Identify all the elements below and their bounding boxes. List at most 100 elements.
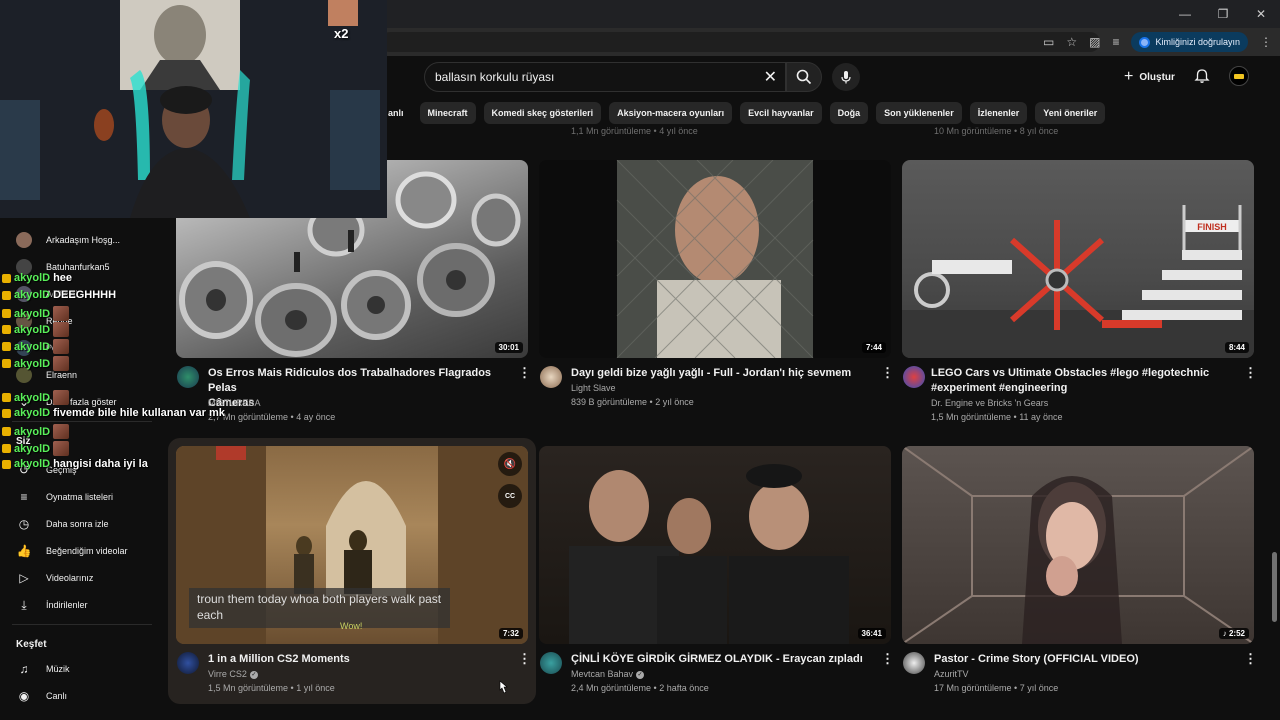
download-icon: ⤓ [21, 597, 27, 612]
captions-button[interactable]: CC [498, 484, 522, 508]
duration-badge: ♪ 2:52 [1218, 628, 1249, 639]
page-scrollbar[interactable] [1272, 552, 1277, 622]
bell-icon [1194, 69, 1210, 83]
video-title[interactable]: Dayı geldi bize yağlı yağlı - Full - Jor… [571, 366, 871, 381]
sidebar-item-your-videos[interactable]: ▷ Videolarınız [16, 570, 93, 586]
video-title[interactable]: LEGO Cars vs Ultimate Obstacles #lego #l… [931, 366, 1231, 396]
cast-icon[interactable]: ▭ [1043, 35, 1054, 49]
video-meta: 1,1 Mn görüntüleme • 4 yıl önce [571, 126, 698, 136]
channel-avatar[interactable] [903, 366, 925, 388]
video-thumbnail[interactable]: ♪ 2:52 [902, 446, 1254, 644]
more-actions-icon[interactable]: ⋮ [1244, 365, 1257, 381]
chip-watched[interactable]: İzlenenler [969, 102, 1028, 124]
extensions-icon[interactable]: ▨ [1089, 35, 1100, 49]
video-caption: troun them today whoa both players walk … [189, 588, 450, 628]
more-actions-icon[interactable]: ⋮ [518, 365, 531, 381]
close-icon[interactable]: ✕ [1242, 0, 1280, 28]
channel-avatar[interactable] [540, 366, 562, 388]
video-meta: 1,5 Mn görüntüleme • 1 yıl önce [208, 683, 335, 693]
video-thumbnail[interactable]: 36:41 [539, 446, 891, 644]
sub-badge-icon [2, 273, 11, 283]
sidebar-item-playlists[interactable]: ≡ Oynatma listeleri [16, 489, 113, 505]
emote-icon [53, 390, 70, 405]
lego-obstacles-image: FINISH [902, 205, 1254, 358]
video-meta: 2,7 Mn görüntüleme • 4 ay önce [208, 412, 336, 422]
sidebar-item-live[interactable]: ◉ Canlı [16, 688, 67, 704]
chip-new[interactable]: Yeni öneriler [1035, 102, 1106, 124]
mute-button[interactable]: 🔇 [498, 452, 522, 476]
sidebar-item-watch-later[interactable]: ◷ Daha sonra izle [16, 516, 109, 532]
account-avatar[interactable] [1229, 66, 1249, 86]
more-actions-icon[interactable]: ⋮ [518, 651, 531, 667]
video-title[interactable]: 1 in a Million CS2 Moments [208, 652, 508, 667]
search-input[interactable]: ballasın korkulu rüyası ✕ [424, 62, 786, 92]
subscription-item[interactable]: Arkadaşım Hoşg... [16, 232, 120, 248]
restore-icon[interactable]: ❐ [1204, 0, 1242, 28]
search-button[interactable] [786, 62, 822, 92]
bookmark-star-icon[interactable]: ☆ [1066, 35, 1077, 49]
chip-pets[interactable]: Evcil hayvanlar [740, 102, 822, 124]
sidebar-item-downloads[interactable]: ⤓ İndirilenler [16, 597, 87, 613]
clear-search-icon[interactable]: ✕ [764, 67, 777, 87]
volume-muted-icon: 🔇 [503, 458, 517, 470]
explore-heading: Keşfet [16, 639, 47, 650]
sidebar-item-music[interactable]: ♫ Müzik [16, 661, 70, 677]
video-thumbnail[interactable]: FINISH 8:44 [902, 160, 1254, 358]
channel-avatar[interactable] [177, 652, 199, 674]
emote-icon [53, 339, 70, 354]
duration-badge: 8:44 [1224, 342, 1249, 353]
channel-avatar[interactable] [177, 366, 199, 388]
clock-icon: ◷ [18, 517, 30, 531]
more-actions-icon[interactable]: ⋮ [881, 651, 894, 667]
channel-avatar[interactable] [903, 652, 925, 674]
channel-name[interactable]: Dr. Engine ve Bricks 'n Gears [931, 398, 1048, 408]
notifications-button[interactable] [1190, 64, 1214, 88]
video-meta: 17 Mn görüntüleme • 7 yıl önce [934, 683, 1059, 693]
more-actions-icon[interactable]: ⋮ [1244, 651, 1257, 667]
chip-comedy[interactable]: Komedi skeç gösterileri [483, 102, 602, 124]
video-meta: 2,4 Mn görüntüleme • 2 hafta önce [571, 683, 709, 693]
emote-icon [53, 441, 70, 456]
sub-badge-icon [2, 325, 11, 334]
profile-icon [1139, 36, 1151, 48]
chip-minecraft[interactable]: Minecraft [419, 102, 476, 124]
video-title[interactable]: ÇİNLİ KÖYE GİRDİK GİRMEZ OLAYDIK - Erayc… [571, 652, 871, 667]
chip-recent[interactable]: Son yüklenenler [876, 102, 962, 124]
duration-badge: 30:01 [494, 342, 523, 353]
emote-icon [53, 356, 70, 371]
verified-icon: ✓ [636, 670, 645, 679]
address-bar[interactable] [380, 32, 1100, 52]
chip-action-adventure[interactable]: Aksiyon-macera oyunları [609, 102, 733, 124]
chat-message: akyolD [2, 390, 70, 405]
sub-badge-icon [2, 459, 11, 469]
chat-message: akyolD [2, 306, 70, 321]
video-title[interactable]: Pastor - Crime Story (OFFICIAL VIDEO) [934, 652, 1234, 667]
chat-message: akyolD [2, 339, 70, 354]
chat-message: akyolD fivemde bile hile kullanan var mk [2, 407, 225, 419]
sub-badge-icon [2, 290, 11, 300]
more-actions-icon[interactable]: ⋮ [881, 365, 894, 381]
profile-button[interactable]: Kimliğinizi doğrulayın [1131, 32, 1248, 52]
chip-live[interactable]: anlı [388, 102, 412, 124]
caption-subtext: Wow! [340, 621, 363, 631]
channel-name[interactable]: Mevtcan Bahav ✓ [571, 669, 645, 679]
sidebar-item-liked[interactable]: 👍 Beğendiğim videolar [16, 543, 128, 559]
sub-badge-icon [2, 393, 11, 402]
voice-search-button[interactable] [832, 63, 860, 91]
playlist-icon: ≡ [20, 490, 28, 504]
emote-icon [53, 424, 70, 439]
channel-name[interactable]: Virre CS2 ✓ [208, 669, 258, 679]
channel-avatar[interactable] [540, 652, 562, 674]
cc-icon: CC [504, 492, 516, 500]
video-meta: 839 B görüntüleme • 2 yıl önce [571, 397, 694, 407]
browser-menu-icon[interactable]: ⋮ [1260, 35, 1272, 49]
chip-nature[interactable]: Doğa [829, 102, 869, 124]
create-button[interactable]: + Oluştur [1114, 64, 1185, 90]
emote-icon [53, 306, 70, 321]
channel-name[interactable]: AzuritTV [934, 669, 969, 679]
reading-list-icon[interactable]: ≡ [1112, 35, 1119, 49]
video-thumbnail[interactable]: 7:44 [539, 160, 891, 358]
channel-name[interactable]: Light Slave [571, 383, 616, 393]
minimize-icon[interactable]: — [1166, 0, 1204, 28]
chat-message: akyolD hee [2, 272, 72, 284]
